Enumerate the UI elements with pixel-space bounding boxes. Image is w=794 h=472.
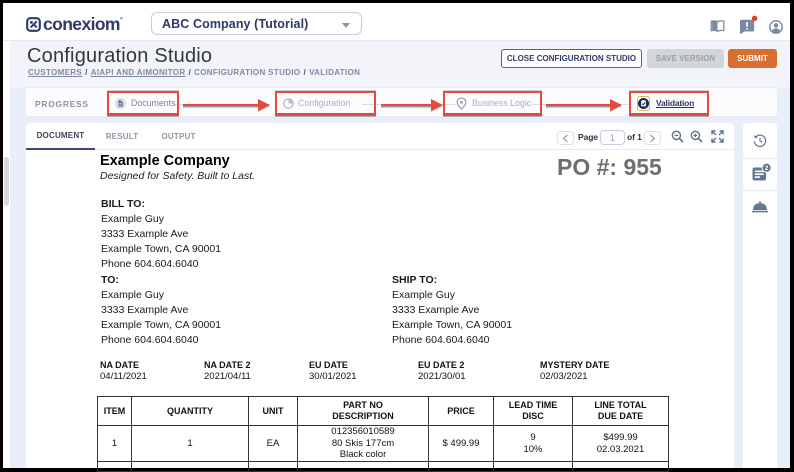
svg-text:2: 2 (765, 165, 769, 172)
